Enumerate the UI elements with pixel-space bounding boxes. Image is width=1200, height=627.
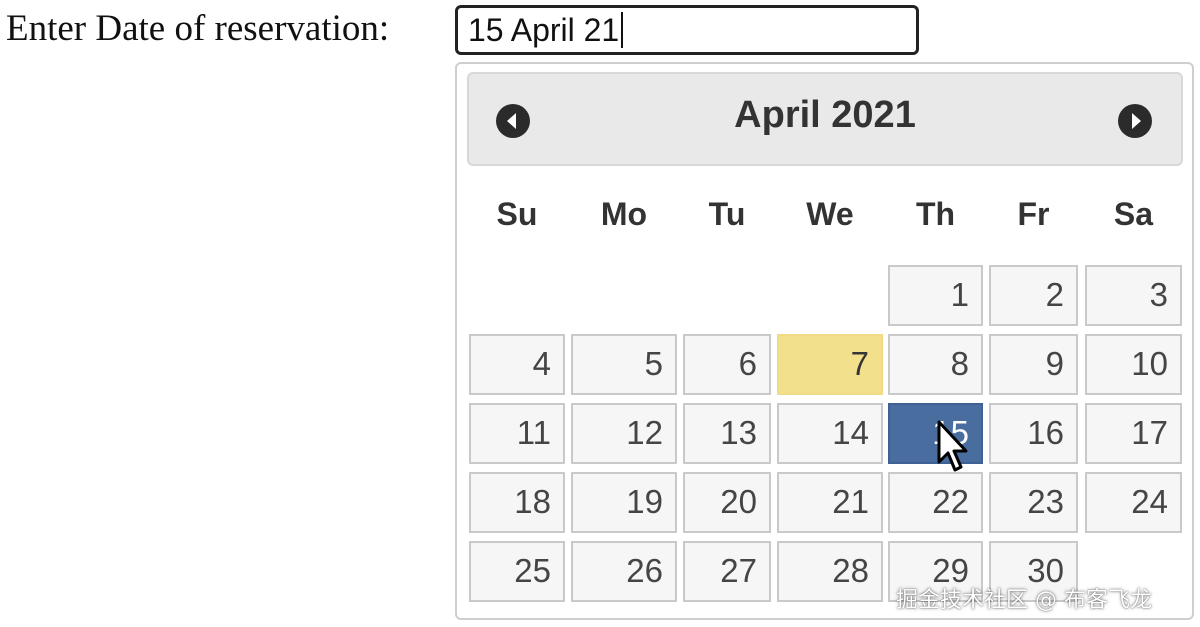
weekday-fr: Fr [1017,196,1050,232]
day-cell-5[interactable]: 5 [571,334,677,395]
day-cell-28[interactable]: 28 [777,541,883,602]
weekday-su: Su [496,196,538,232]
day-cell-4[interactable]: 4 [469,334,565,395]
day-cell-20[interactable]: 20 [683,472,771,533]
weekday-th: Th [915,196,956,232]
day-cell-17[interactable]: 17 [1085,403,1182,464]
weekday-sa: Sa [1113,196,1154,232]
day-cell-22[interactable]: 22 [888,472,983,533]
datepicker-header: April 2021 [467,72,1183,166]
day-cell-25[interactable]: 25 [469,541,565,602]
day-cell-11[interactable]: 11 [469,403,565,464]
day-cell-21[interactable]: 21 [777,472,883,533]
day-cell-24[interactable]: 24 [1085,472,1182,533]
day-cell-9[interactable]: 9 [989,334,1078,395]
day-cell-12[interactable]: 12 [571,403,677,464]
weekday-mo: Mo [600,196,648,232]
day-cell-26[interactable]: 26 [571,541,677,602]
day-cell-14[interactable]: 14 [777,403,883,464]
day-cell-18[interactable]: 18 [469,472,565,533]
day-cell-10[interactable]: 10 [1085,334,1182,395]
day-cell-2[interactable]: 2 [989,265,1078,326]
input-value: 15 April 21 [468,11,620,48]
day-cell-19[interactable]: 19 [571,472,677,533]
day-cell-1[interactable]: 1 [888,265,983,326]
month-title: April 2021 [734,94,916,136]
day-cell-16[interactable]: 16 [989,403,1078,464]
day-cell-15[interactable]: 15 [888,403,983,464]
next-month-icon[interactable] [1117,103,1153,139]
day-cell-23[interactable]: 23 [989,472,1078,533]
watermark: 掘金技术社区 @ 布客飞龙 [896,588,1152,613]
reservation-date-label: Enter Date of reservation: [6,8,390,49]
day-cell-8[interactable]: 8 [888,334,983,395]
weekday-we: We [806,196,854,232]
day-cell-13[interactable]: 13 [683,403,771,464]
weekday-tu: Tu [708,196,746,232]
day-cell-6[interactable]: 6 [683,334,771,395]
day-cell-3[interactable]: 3 [1085,265,1182,326]
text-caret [621,12,624,48]
reservation-date-input[interactable]: 15 April 21 [455,5,919,55]
day-cell-7[interactable]: 7 [777,334,883,395]
day-cell-27[interactable]: 27 [683,541,771,602]
datepicker-popup: April 2021 Su Mo Tu We Th Fr Sa 1 2 3 4 5 6 7 8 9 10 11 1… [455,62,1194,620]
